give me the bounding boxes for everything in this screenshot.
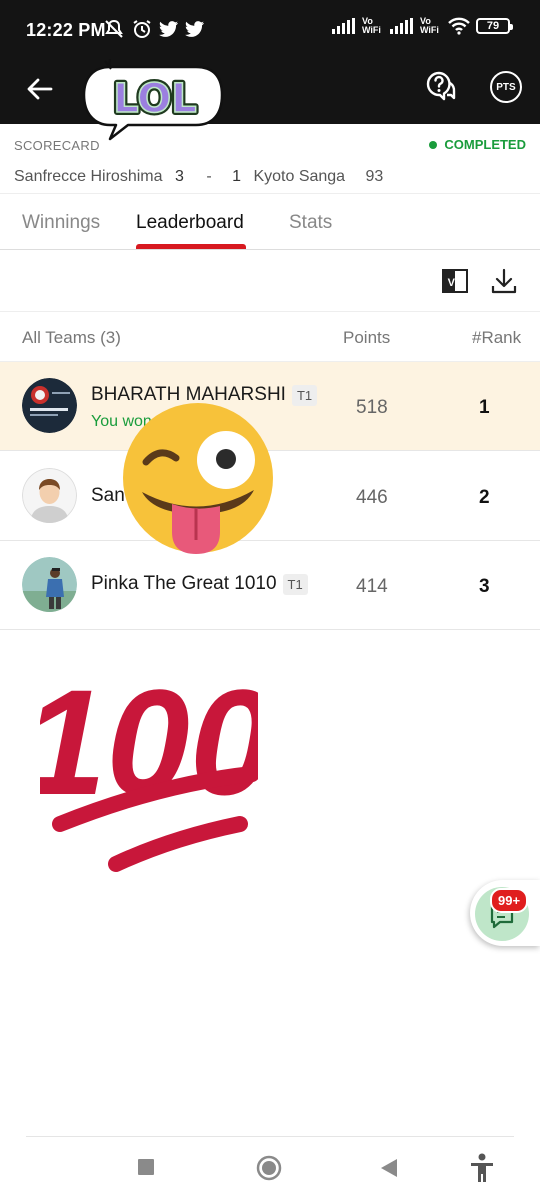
tab-stats[interactable]: Stats (289, 212, 332, 234)
hundred-points-icon: 100 (40, 672, 258, 872)
accessibility-icon[interactable] (469, 1153, 495, 1183)
team-points: 446 (356, 487, 388, 508)
recents-icon[interactable] (137, 1158, 155, 1176)
rank-column-header: #Rank (472, 328, 522, 347)
match-status: COMPLETED (429, 137, 526, 152)
twitter-icon (159, 21, 178, 37)
system-nav-bar (0, 1136, 540, 1200)
match-status-text: COMPLETED (444, 137, 526, 152)
team-tag-badge: T1 (291, 384, 318, 406)
score-separator: - (206, 168, 212, 185)
list-header: All Teams (3) Points #Rank (0, 312, 540, 362)
team-name: San (91, 485, 125, 507)
points-column-header: Points (343, 328, 391, 347)
team-name-text: Pinka The Great 1010 (91, 573, 277, 594)
home-team: Sanfrecce Hiroshima (14, 168, 163, 185)
nav-divider (26, 1136, 514, 1137)
leaderboard-row[interactable]: Pinka The Great 1010 T1 414 3 (0, 541, 540, 630)
vowifi-label: Vo WiFi (362, 16, 381, 35)
tab-winnings[interactable]: Winnings (22, 212, 100, 234)
download-icon[interactable] (491, 268, 517, 294)
help-chat-icon[interactable] (424, 70, 458, 104)
team-name: Pinka The Great 1010 T1 (91, 573, 308, 595)
tab-leaderboard[interactable]: Leaderboard (136, 212, 244, 234)
wifi-icon (448, 17, 470, 35)
away-team: Kyoto Sanga (253, 168, 346, 185)
active-tab-indicator (136, 244, 246, 249)
team-points: 518 (356, 397, 388, 418)
signal-icon (332, 18, 355, 34)
arrow-left-icon (27, 78, 53, 100)
status-bar: 12:22 PM Vo WiFi Vo WiFi 79 (0, 0, 540, 60)
team-rank: 1 (479, 397, 490, 418)
status-icons-right: Vo WiFi Vo WiFi 79 (332, 16, 513, 35)
chat-button[interactable]: 99+ (470, 880, 540, 946)
back-nav-icon[interactable] (380, 1158, 398, 1178)
vowifi-label: Vo WiFi (420, 16, 439, 35)
signal-icon (390, 18, 413, 34)
all-teams-label: All Teams (3) (22, 328, 121, 347)
avatar (22, 468, 77, 523)
twitter-icon (185, 21, 204, 37)
team-rank: 2 (479, 487, 490, 508)
back-button[interactable] (22, 71, 58, 107)
hundred-text: 100 (40, 672, 258, 826)
lol-sticker-text: LOL (113, 76, 197, 122)
wink-tongue-emoji-icon (123, 403, 273, 554)
battery-indicator: 79 (476, 18, 513, 34)
alarm-icon (133, 20, 151, 38)
avatar (22, 557, 77, 612)
status-icons-left (103, 19, 204, 39)
score-line: Sanfrecce Hiroshima 3 - 1 Kyoto Sanga 93 (14, 168, 383, 186)
team-tag-badge: T1 (282, 573, 308, 595)
mute-icon (105, 19, 123, 38)
points-button[interactable]: PTS (490, 71, 522, 103)
team-rank: 3 (479, 576, 490, 597)
status-time: 12:22 PM (26, 20, 106, 40)
avatar (22, 378, 77, 433)
tab-bar: Winnings Leaderboard Stats (0, 194, 540, 250)
status-dot (429, 140, 438, 149)
match-extra: 93 (365, 168, 384, 185)
away-score: 1 (232, 168, 241, 185)
home-score: 3 (174, 168, 184, 185)
team-name-text: San (91, 485, 125, 506)
team-points: 414 (356, 576, 388, 597)
lol-sticker: LOL LOL (82, 58, 224, 141)
home-icon[interactable] (256, 1155, 282, 1181)
compare-vs-icon[interactable]: VS (442, 269, 468, 293)
vs-label: VS (448, 277, 463, 289)
leaderboard-tools: VS (0, 250, 540, 312)
unread-badge: 99+ (490, 888, 529, 913)
